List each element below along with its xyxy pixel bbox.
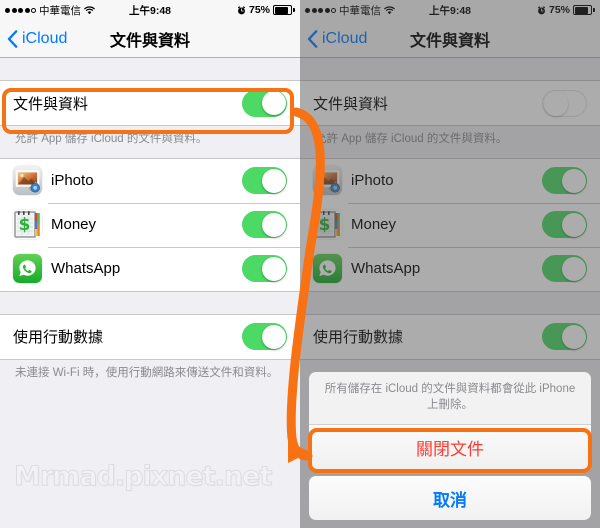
svg-text:$: $ (19, 215, 31, 235)
app-toggle-iphoto[interactable] (542, 167, 587, 195)
app-row-iphoto[interactable]: iPhoto (300, 158, 600, 203)
right-phone-screen: 中華電信 上午9:48 75% iCloud 文件與資料 文件與資料 允許 Ap… (300, 0, 600, 528)
app-name-money: Money (351, 216, 397, 234)
carrier-label: 中華電信 (39, 4, 81, 17)
status-bar: 中華電信 上午9:48 75% (0, 0, 300, 20)
app-name-whatsapp: WhatsApp (51, 260, 121, 278)
documents-group-right: 文件與資料 (300, 80, 600, 126)
back-button-label: iCloud (22, 29, 68, 47)
watermark: Mrmad.pixnet.net (13, 461, 272, 493)
documents-and-data-toggle[interactable] (542, 89, 587, 117)
status-bar-left-2: 中華電信 (305, 3, 395, 18)
app-toggle-iphoto[interactable] (242, 167, 287, 195)
app-name-money: Money (51, 216, 97, 234)
money-icon: $ (13, 210, 42, 240)
app-row-money[interactable]: $ Money (300, 202, 600, 247)
documents-and-data-row[interactable]: 文件與資料 (0, 81, 300, 125)
app-row-money[interactable]: $ Money (0, 202, 300, 247)
cellular-data-row[interactable]: 使用行動數據 (0, 314, 300, 359)
battery-percent-label: 75% (248, 4, 270, 16)
chevron-left-icon (7, 29, 18, 48)
app-toggle-money[interactable] (542, 211, 587, 239)
documents-and-data-toggle[interactable] (242, 89, 287, 117)
documents-and-data-label: 文件與資料 (13, 95, 89, 113)
cancel-button[interactable]: 取消 (309, 476, 591, 520)
alarm-icon (237, 5, 246, 15)
documents-footnote: 允許 App 儲存 iCloud 的文件與資料。 (315, 133, 508, 145)
documents-and-data-row[interactable]: 文件與資料 (300, 81, 600, 125)
app-row-whatsapp[interactable]: WhatsApp (300, 246, 600, 291)
wifi-icon (384, 5, 395, 15)
app-toggle-whatsapp[interactable] (542, 255, 587, 283)
app-name-iphoto: iPhoto (351, 172, 394, 190)
wifi-icon (84, 5, 95, 15)
cellular-data-toggle[interactable] (542, 323, 587, 351)
action-sheet-message: 所有儲存在 iCloud 的文件與資料都會從此 iPhone 上刪除。 (309, 372, 591, 425)
status-bar-left: 中華電信 (5, 3, 95, 18)
iphoto-icon (13, 166, 42, 196)
cellular-footnote: 未連接 Wi-Fi 時，使用行動網路來傳送文件和資料。 (15, 366, 279, 379)
section-gap-2 (300, 292, 600, 314)
apps-group-right: iPhoto $ Money WhatsApp (300, 157, 600, 292)
battery-icon (573, 5, 595, 15)
alarm-icon (537, 5, 546, 15)
turn-off-documents-button[interactable]: 關閉文件 (309, 425, 591, 469)
battery-percent-label: 75% (548, 4, 570, 16)
documents-and-data-label: 文件與資料 (313, 95, 389, 113)
back-button-label: iCloud (322, 29, 368, 47)
money-icon: $ (313, 210, 342, 240)
app-row-iphoto[interactable]: iPhoto (0, 158, 300, 203)
status-bar-right-panel: 中華電信 上午9:48 75% (300, 0, 600, 20)
action-sheet: 所有儲存在 iCloud 的文件與資料都會從此 iPhone 上刪除。 關閉文件… (309, 371, 591, 520)
documents-group: 文件與資料 (0, 80, 300, 126)
whatsapp-icon (313, 254, 342, 284)
signal-strength-icon (5, 7, 36, 13)
cellular-group-right: 使用行動數據 (300, 313, 600, 360)
chevron-left-icon (307, 29, 318, 48)
action-sheet-main-block: 所有儲存在 iCloud 的文件與資料都會從此 iPhone 上刪除。 關閉文件 (309, 371, 591, 469)
app-name-iphoto: iPhoto (51, 172, 94, 190)
carrier-label: 中華電信 (339, 4, 381, 17)
app-toggle-whatsapp[interactable] (242, 255, 287, 283)
iphoto-icon (313, 166, 342, 196)
navigation-bar: iCloud 文件與資料 (0, 20, 300, 58)
whatsapp-icon (13, 254, 42, 284)
documents-footnote: 允許 App 儲存 iCloud 的文件與資料。 (15, 133, 208, 145)
app-toggle-money[interactable] (242, 211, 287, 239)
back-button[interactable]: iCloud (0, 30, 67, 48)
status-bar-right-2: 75% (537, 4, 595, 16)
apps-group: iPhoto $ Money WhatsApp (0, 157, 300, 292)
battery-icon (273, 5, 295, 15)
app-name-whatsapp: WhatsApp (351, 260, 421, 278)
back-button[interactable]: iCloud (300, 30, 367, 48)
cellular-data-toggle[interactable] (242, 323, 287, 351)
svg-text:$: $ (319, 215, 331, 235)
cellular-group: 使用行動數據 (0, 313, 300, 360)
navigation-bar-right-panel: iCloud 文件與資料 (300, 20, 600, 58)
cellular-data-row[interactable]: 使用行動數據 (300, 314, 600, 359)
section-gap-2 (0, 292, 300, 314)
cellular-data-label: 使用行動數據 (13, 329, 104, 347)
app-row-whatsapp[interactable]: WhatsApp (0, 246, 300, 291)
cellular-data-label: 使用行動數據 (313, 329, 404, 347)
left-phone-screen: 中華電信 上午9:48 75% iCloud 文件與資料 文件與資料 允許 Ap… (0, 0, 300, 528)
signal-strength-icon (305, 7, 336, 13)
screenshot-stage: 中華電信 上午9:48 75% iCloud 文件與資料 文件與資料 允許 Ap… (0, 0, 600, 528)
status-bar-right: 75% (237, 4, 295, 16)
